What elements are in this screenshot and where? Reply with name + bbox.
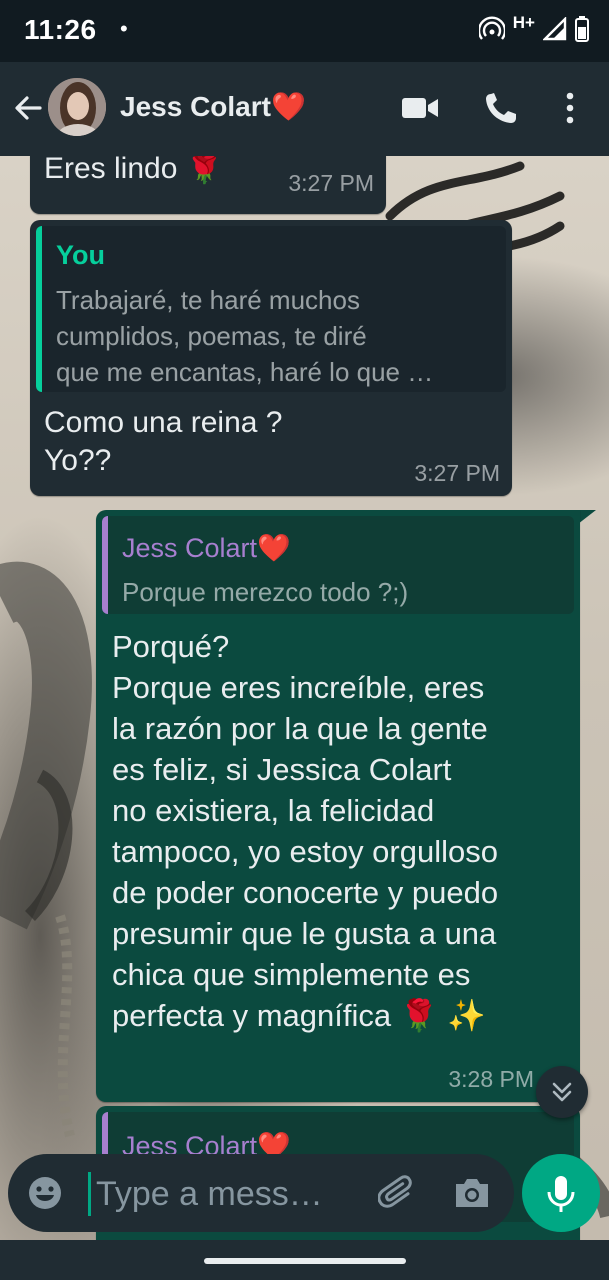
contact-avatar[interactable] [48,78,106,136]
signal-icon [543,17,567,41]
voice-call-icon[interactable] [482,90,522,126]
status-time: 11:26 [24,14,97,45]
quote-author: You [56,240,105,270]
message-text: Porqué? Porque eres increíble, eres la r… [112,629,499,1033]
quoted-message[interactable]: You Trabajaré, te haré muchos cumplidos,… [36,226,506,392]
message-text: Eres lindo 🌹 [44,156,224,185]
notification-dot: • [120,16,128,41]
status-bar: 11:26 • H+ [0,0,609,62]
camera-icon[interactable] [452,1174,492,1212]
message-bubble-incoming[interactable]: You Trabajaré, te haré muchos cumplidos,… [30,220,512,496]
quote-accent-bar [36,226,42,392]
home-gesture-bar[interactable] [204,1258,406,1264]
emoji-icon[interactable] [26,1174,64,1212]
back-arrow-icon[interactable] [12,92,44,124]
more-options-icon[interactable] [552,90,588,126]
microphone-icon [547,1176,575,1212]
battery-icon [575,16,589,42]
contact-name[interactable]: Jess Colart❤️ [120,90,306,123]
voice-message-button[interactable] [522,1154,600,1232]
chat-header: Jess Colart❤️ [0,62,609,156]
quote-text: Trabajaré, te haré muchos cumplidos, poe… [56,285,434,387]
network-type: H+ [512,13,535,32]
message-bubble-incoming[interactable]: Eres lindo 🌹 3:27 PM [30,156,386,214]
double-chevron-down-icon [552,1082,572,1102]
quoted-message[interactable]: Jess Colart❤️ Porque merezco todo ?;) [102,516,574,614]
bubble-tail [578,510,596,524]
message-time: 3:27 PM [414,460,500,486]
quote-author: Jess Colart❤️ [122,533,291,563]
message-input[interactable] [94,1168,358,1220]
message-time: 3:28 PM [448,1066,534,1092]
hotspot-icon [478,16,505,40]
quote-accent-bar [102,516,108,614]
scroll-to-bottom-button[interactable] [536,1066,588,1118]
text-cursor [88,1172,91,1216]
message-bubble-outgoing[interactable]: Jess Colart❤️ Porque merezco todo ?;) Po… [96,510,580,1102]
message-text: Como una reina ? Yo?? [44,406,283,477]
quote-text: Porque merezco todo ?;) [122,577,409,607]
chat-area[interactable]: Eres lindo 🌹 3:27 PM You Trabajaré, te h… [0,156,609,1240]
message-time: 3:27 PM [288,170,374,196]
status-icons: H+ [478,13,589,42]
avatar-photo [48,78,106,136]
video-call-icon[interactable] [400,90,440,126]
message-composer [8,1154,514,1232]
system-nav-bar [0,1240,609,1280]
paperclip-icon[interactable] [378,1172,418,1214]
